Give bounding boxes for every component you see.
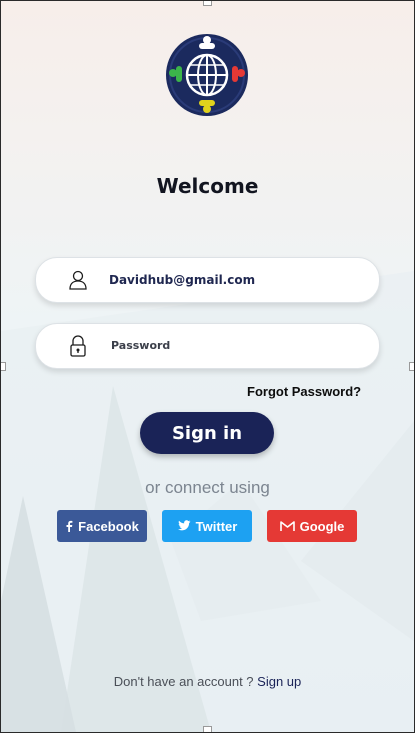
facebook-label: Facebook bbox=[78, 518, 139, 534]
login-screen: Welcome Davidhub@gmail.com Password Forg… bbox=[0, 0, 415, 733]
twitter-button[interactable]: Twitter bbox=[162, 510, 252, 542]
signup-prompt: Don't have an account ? bbox=[113, 674, 254, 689]
twitter-icon bbox=[177, 520, 191, 531]
facebook-icon bbox=[66, 520, 73, 532]
gmail-icon bbox=[279, 520, 295, 531]
email-value[interactable]: Davidhub@gmail.com bbox=[109, 258, 255, 302]
lock-icon bbox=[70, 335, 86, 357]
welcome-heading: Welcome bbox=[156, 174, 259, 198]
google-label: Google bbox=[299, 518, 345, 534]
user-icon bbox=[69, 270, 87, 290]
connect-divider-text: or connect using bbox=[145, 478, 270, 497]
forgot-password-link[interactable]: Forgot Password? bbox=[247, 384, 361, 399]
resize-handle-left[interactable] bbox=[1, 362, 6, 371]
resize-handle-right[interactable] bbox=[409, 362, 414, 371]
resize-handle-bottom[interactable] bbox=[203, 726, 212, 732]
twitter-label: Twitter bbox=[195, 518, 238, 534]
email-field[interactable]: Davidhub@gmail.com bbox=[35, 257, 380, 303]
facebook-button[interactable]: Facebook bbox=[57, 510, 147, 542]
sign-up-link[interactable]: Sign up bbox=[257, 674, 301, 689]
signup-row: Don't have an account ? Sign up bbox=[1, 674, 414, 689]
resize-handle-top[interactable] bbox=[203, 1, 212, 6]
globe-logo bbox=[166, 34, 248, 116]
password-field[interactable]: Password bbox=[35, 323, 380, 369]
sign-in-button[interactable]: Sign in bbox=[140, 412, 274, 454]
google-button[interactable]: Google bbox=[267, 510, 357, 542]
password-placeholder[interactable]: Password bbox=[111, 324, 170, 368]
